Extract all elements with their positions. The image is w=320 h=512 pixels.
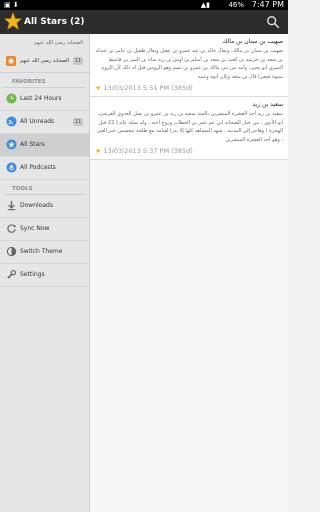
article-meta: ★ 13/03/2013 5:37 PM (385d) xyxy=(95,147,283,155)
sidebar-item-last-24-hours[interactable]: Last 24 Hours xyxy=(0,88,89,111)
sidebar-item-label: Switch Theme xyxy=(20,248,63,255)
sync-icon xyxy=(7,224,17,233)
article-excerpt: سعيد بن زيد أحد العشرة المبشرين بالجنة س… xyxy=(97,111,283,143)
wrench-icon xyxy=(7,269,17,279)
sidebar-item-label: Settings xyxy=(20,271,45,278)
star-icon[interactable] xyxy=(4,12,22,30)
article-date: 13/03/2013 5:51 PM (385d) xyxy=(103,84,193,92)
sidebar-item-downloads[interactable]: Downloads xyxy=(0,195,89,218)
sidebar-item-label: Downloads xyxy=(20,202,53,209)
star-icon[interactable]: ★ xyxy=(95,147,101,155)
action-bar: All Stars (2) xyxy=(0,10,288,34)
sidebar-item-all-unreads[interactable]: All Unreads 11 xyxy=(0,111,89,134)
unread-count-badge: 11 xyxy=(72,57,83,65)
favorites-section-header: FAVORITES xyxy=(4,73,85,88)
sidebar-item-settings[interactable]: Settings xyxy=(0,264,89,287)
article-excerpt: صهيب بن سنان بن مالك، ويقال خالد بن عبد … xyxy=(95,48,283,80)
article-item[interactable]: سعيد بن زيد سعيد بن زيد أحد العشرة المبش… xyxy=(90,97,288,160)
sidebar-item-feed[interactable]: ◉ الصحابة رضي الله عنهم 11 xyxy=(0,50,89,73)
article-title: سعيد بن زيد xyxy=(252,101,283,108)
tools-section-header: TOOLS xyxy=(4,180,85,195)
article-item[interactable]: صهيب بن سنان بن مالك صهيب بن سنان بن مال… xyxy=(90,34,288,97)
article-date: 13/03/2013 5:37 PM (385d) xyxy=(103,147,193,155)
status-bar: ▣ ⬇ ▲▮ 46% 7:47 PM xyxy=(0,0,288,10)
battery-level: 46% xyxy=(228,1,244,9)
star-icon xyxy=(6,139,17,150)
unread-count-badge: 11 xyxy=(72,118,83,126)
sidebar-item-label: Sync Now xyxy=(20,225,50,232)
sidebar-item-label: All Unreads xyxy=(20,118,55,125)
sidebar: الصحابة رضي الله عنهم ◉ الصحابة رضي الله… xyxy=(0,34,90,512)
clock-time: 7:47 PM xyxy=(251,0,284,9)
sidebar-item-sync-now[interactable]: Sync Now xyxy=(0,218,89,241)
search-icon[interactable] xyxy=(266,15,280,29)
sidebar-item-label: All Stars xyxy=(20,141,45,148)
star-icon[interactable]: ★ xyxy=(95,84,101,92)
theme-icon xyxy=(6,246,17,257)
article-meta: ★ 13/03/2013 5:51 PM (385d) xyxy=(95,84,283,92)
sidebar-item-all-podcasts[interactable]: All Podcasts xyxy=(0,157,89,180)
rss-icon xyxy=(6,116,17,127)
sidebar-item-label: Last 24 Hours xyxy=(20,95,62,102)
signal-icon: ▲▮ xyxy=(200,1,210,9)
article-list: صهيب بن سنان بن مالك صهيب بن سنان بن مال… xyxy=(90,34,288,512)
sidebar-item-label: All Podcasts xyxy=(20,164,56,171)
rss-icon: ◉ xyxy=(6,56,16,66)
podcast-icon xyxy=(6,162,17,173)
download-icon xyxy=(7,200,16,211)
feed-group-header[interactable]: الصحابة رضي الله عنهم xyxy=(0,34,89,50)
article-title: صهيب بن سنان بن مالك xyxy=(222,38,283,45)
clock-icon xyxy=(6,93,17,104)
sidebar-item-all-stars[interactable]: All Stars xyxy=(0,134,89,157)
sidebar-item-label: الصحابة رضي الله عنهم xyxy=(20,58,70,64)
page-title[interactable]: All Stars (2) xyxy=(24,10,85,34)
notification-icons: ▣ ⬇ xyxy=(4,1,19,9)
sidebar-item-switch-theme[interactable]: Switch Theme xyxy=(0,241,89,264)
